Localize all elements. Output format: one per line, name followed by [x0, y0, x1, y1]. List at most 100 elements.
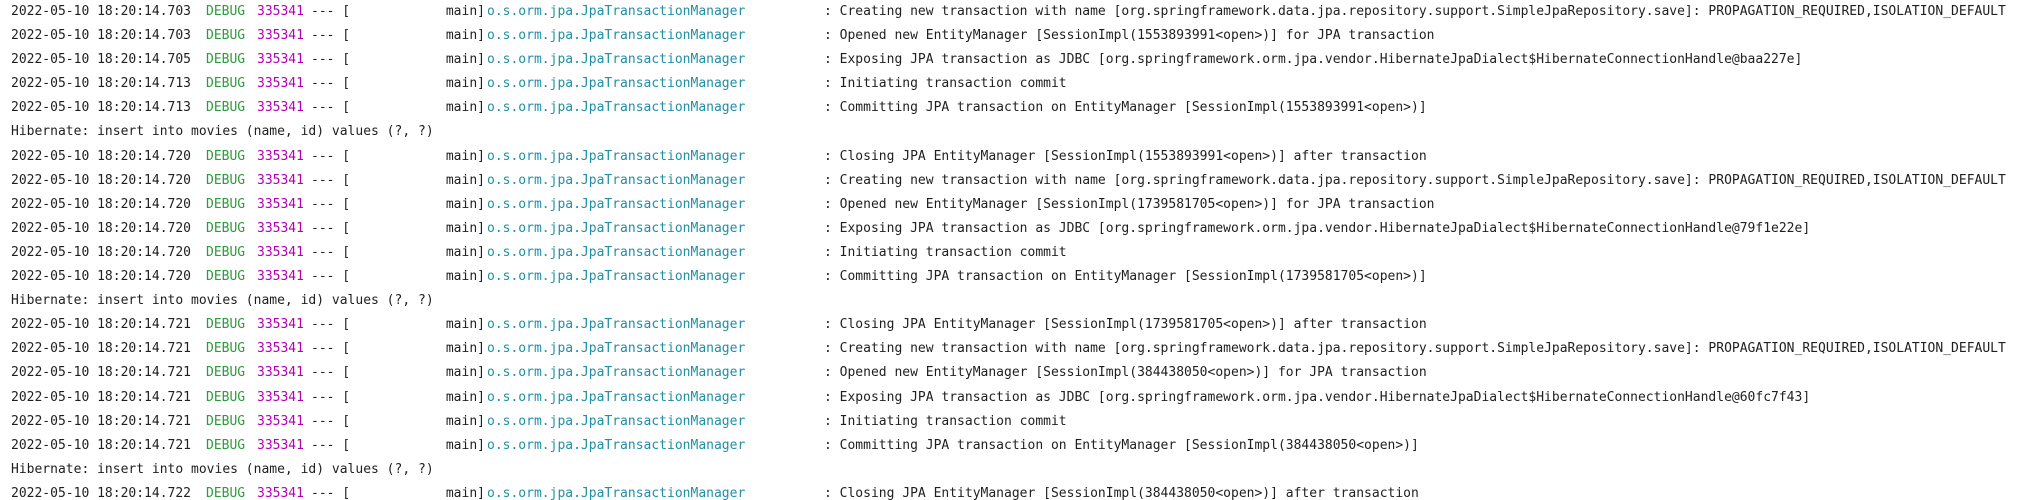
console-plain-line: Hibernate: insert into movies (name, id)…: [11, 289, 2030, 313]
log-timestamp: 2022-05-10 18:20:14.721: [11, 413, 192, 429]
log-logger: o.s.orm.jpa.JpaTransactionManager: [487, 341, 746, 357]
log-level: DEBUG: [206, 341, 246, 357]
log-level: DEBUG: [206, 269, 246, 285]
log-pid: 335341: [257, 220, 304, 236]
log-line: 2022-05-10 18:20:14.713 DEBUG 335341 --- [m…: [11, 72, 2030, 96]
log-thread: main]: [445, 413, 485, 429]
log-timestamp: 2022-05-10 18:20:14.705: [11, 52, 192, 68]
log-timestamp: 2022-05-10 18:20:14.703: [11, 28, 192, 44]
log-level: DEBUG: [206, 317, 246, 333]
log-line: 2022-05-10 18:20:14.720 DEBUG 335341 --- [m…: [11, 265, 2030, 289]
log-pid: 335341: [257, 413, 304, 429]
log-thread: main]: [445, 28, 485, 44]
log-timestamp: 2022-05-10 18:20:14.720: [11, 220, 192, 236]
log-line: 2022-05-10 18:20:14.705 DEBUG 335341 --- [m…: [11, 48, 2030, 72]
log-message: : Exposing JPA transaction as JDBC [org.…: [824, 220, 1811, 236]
log-logger: o.s.orm.jpa.JpaTransactionManager: [487, 4, 746, 19]
plain-text: Hibernate: insert into movies (name, id)…: [11, 124, 434, 140]
log-message: : Closing JPA EntityManager [SessionImpl…: [824, 485, 1419, 500]
log-line: 2022-05-10 18:20:14.703 DEBUG 335341 --- [m…: [11, 0, 2030, 24]
log-message: : Initiating transaction commit: [824, 244, 1067, 260]
log-timestamp: 2022-05-10 18:20:14.721: [11, 317, 192, 333]
log-line: 2022-05-10 18:20:14.720 DEBUG 335341 --- [m…: [11, 217, 2030, 241]
log-message: : Creating new transaction with name [or…: [824, 4, 2006, 19]
log-line: 2022-05-10 18:20:14.713 DEBUG 335341 --- [m…: [11, 96, 2030, 120]
log-thread: main]: [445, 4, 485, 19]
console-plain-line: Hibernate: insert into movies (name, id)…: [11, 458, 2030, 482]
log-level: DEBUG: [206, 437, 246, 453]
log-line: 2022-05-10 18:20:14.721 DEBUG 335341 --- [m…: [11, 434, 2030, 458]
log-level: DEBUG: [206, 172, 246, 188]
log-level: DEBUG: [206, 28, 246, 44]
log-thread: main]: [445, 341, 485, 357]
log-message: : Opened new EntityManager [SessionImpl(…: [824, 196, 1435, 212]
log-line: 2022-05-10 18:20:14.721 DEBUG 335341 --- [m…: [11, 313, 2030, 337]
log-line: 2022-05-10 18:20:14.703 DEBUG 335341 --- [m…: [11, 24, 2030, 48]
log-pid: 335341: [257, 341, 304, 357]
log-thread: main]: [445, 244, 485, 260]
log-thread: main]: [445, 389, 485, 405]
log-pid: 335341: [257, 196, 304, 212]
log-logger: o.s.orm.jpa.JpaTransactionManager: [487, 100, 746, 116]
log-message: : Opened new EntityManager [SessionImpl(…: [824, 365, 1427, 381]
plain-text: Hibernate: insert into movies (name, id)…: [11, 461, 434, 477]
log-timestamp: 2022-05-10 18:20:14.720: [11, 172, 192, 188]
log-message: : Committing JPA transaction on EntityMa…: [824, 100, 1427, 116]
log-message: : Creating new transaction with name [or…: [824, 172, 2006, 188]
log-timestamp: 2022-05-10 18:20:14.713: [11, 76, 192, 92]
log-pid: 335341: [257, 4, 304, 19]
log-timestamp: 2022-05-10 18:20:14.720: [11, 244, 192, 260]
plain-text: Hibernate: insert into movies (name, id)…: [11, 293, 434, 309]
log-logger: o.s.orm.jpa.JpaTransactionManager: [487, 220, 746, 236]
log-level: DEBUG: [206, 485, 246, 500]
log-pid: 335341: [257, 485, 304, 500]
log-line: 2022-05-10 18:20:14.721 DEBUG 335341 --- [m…: [11, 410, 2030, 434]
log-message: : Opened new EntityManager [SessionImpl(…: [824, 28, 1435, 44]
log-level: DEBUG: [206, 4, 246, 19]
log-pid: 335341: [257, 76, 304, 92]
log-logger: o.s.orm.jpa.JpaTransactionManager: [487, 172, 746, 188]
log-line: 2022-05-10 18:20:14.721 DEBUG 335341 --- [m…: [11, 337, 2030, 361]
log-logger: o.s.orm.jpa.JpaTransactionManager: [487, 317, 746, 333]
log-thread: main]: [445, 437, 485, 453]
log-timestamp: 2022-05-10 18:20:14.721: [11, 389, 192, 405]
log-logger: o.s.orm.jpa.JpaTransactionManager: [487, 389, 746, 405]
log-thread: main]: [445, 269, 485, 285]
log-level: DEBUG: [206, 244, 246, 260]
log-level: DEBUG: [206, 220, 246, 236]
log-message: : Closing JPA EntityManager [SessionImpl…: [824, 148, 1427, 164]
log-message: : Committing JPA transaction on EntityMa…: [824, 437, 1419, 453]
log-message: : Closing JPA EntityManager [SessionImpl…: [824, 317, 1427, 333]
log-timestamp: 2022-05-10 18:20:14.721: [11, 365, 192, 381]
log-logger: o.s.orm.jpa.JpaTransactionManager: [487, 269, 746, 285]
log-line: 2022-05-10 18:20:14.720 DEBUG 335341 --- [m…: [11, 145, 2030, 169]
log-logger: o.s.orm.jpa.JpaTransactionManager: [487, 148, 746, 164]
log-thread: main]: [445, 52, 485, 68]
log-message: : Exposing JPA transaction as JDBC [org.…: [824, 52, 1803, 68]
log-logger: o.s.orm.jpa.JpaTransactionManager: [487, 244, 746, 260]
log-timestamp: 2022-05-10 18:20:14.721: [11, 437, 192, 453]
log-logger: o.s.orm.jpa.JpaTransactionManager: [487, 485, 746, 500]
log-timestamp: 2022-05-10 18:20:14.713: [11, 100, 192, 116]
log-thread: main]: [445, 172, 485, 188]
console-output[interactable]: 2022-05-10 18:20:14.703 DEBUG 335341 --- [m…: [0, 0, 2030, 500]
log-thread: main]: [445, 100, 485, 116]
log-pid: 335341: [257, 317, 304, 333]
log-line: 2022-05-10 18:20:14.722 DEBUG 335341 --- [m…: [11, 482, 2030, 500]
log-thread: main]: [445, 220, 485, 236]
log-message: : Initiating transaction commit: [824, 76, 1067, 92]
log-logger: o.s.orm.jpa.JpaTransactionManager: [487, 28, 746, 44]
log-thread: main]: [445, 148, 485, 164]
log-thread: main]: [445, 76, 485, 92]
log-logger: o.s.orm.jpa.JpaTransactionManager: [487, 437, 746, 453]
log-pid: 335341: [257, 365, 304, 381]
log-message: : Creating new transaction with name [or…: [824, 341, 2006, 357]
log-level: DEBUG: [206, 52, 246, 68]
log-logger: o.s.orm.jpa.JpaTransactionManager: [487, 413, 746, 429]
log-line: 2022-05-10 18:20:14.720 DEBUG 335341 --- [m…: [11, 169, 2030, 193]
log-logger: o.s.orm.jpa.JpaTransactionManager: [487, 196, 746, 212]
log-pid: 335341: [257, 52, 304, 68]
log-level: DEBUG: [206, 389, 246, 405]
log-thread: main]: [445, 196, 485, 212]
log-logger: o.s.orm.jpa.JpaTransactionManager: [487, 52, 746, 68]
